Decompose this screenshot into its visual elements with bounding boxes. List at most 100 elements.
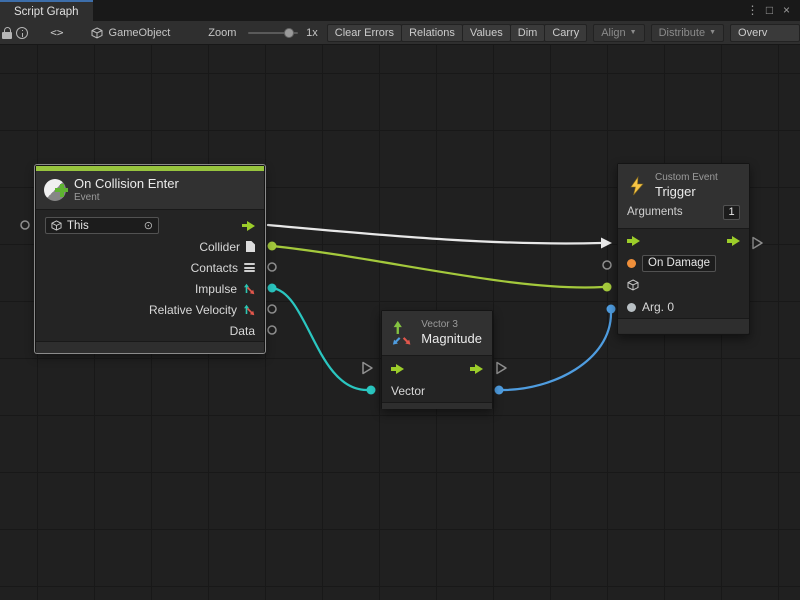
clear-errors-button[interactable]: Clear Errors <box>327 24 402 42</box>
control-row <box>382 358 492 380</box>
node-header: On Collision Enter Event <box>36 171 264 209</box>
node-category: Custom Event <box>655 172 718 184</box>
port-label: Relative Velocity <box>149 303 237 317</box>
port-row-impulse: Impulse <box>36 278 264 299</box>
values-button[interactable]: Values <box>462 24 511 42</box>
window-close-icon[interactable]: × <box>778 0 795 21</box>
gameobject-cube-icon <box>51 220 62 231</box>
control-output-arrow-icon[interactable] <box>242 221 255 231</box>
window-controls: ⋮ □ × <box>744 0 800 21</box>
port-label: Vector <box>391 384 425 398</box>
node-header: Custom Event Trigger Arguments 1 <box>618 164 749 228</box>
arguments-count-field[interactable]: 1 <box>723 205 740 220</box>
port-row-target <box>618 274 749 296</box>
window-maximize-icon[interactable]: □ <box>761 0 778 21</box>
wire-magnitude <box>503 313 611 390</box>
overview-button[interactable]: Overv <box>730 24 800 42</box>
wire-control-flow <box>268 225 601 243</box>
port-magnitude-control-output[interactable] <box>497 363 506 374</box>
port-magnitude-control-input[interactable] <box>363 363 372 374</box>
node-footer <box>618 318 749 333</box>
vector3-icon <box>390 319 413 347</box>
node-title: Magnitude <box>421 331 482 347</box>
node-header: Vector 3 Magnitude <box>382 311 492 355</box>
node-body: Vector <box>382 355 492 402</box>
target-field[interactable]: This ⊙ <box>45 217 159 234</box>
control-row <box>618 230 749 252</box>
zoom-label: Zoom <box>208 27 236 39</box>
lock-button[interactable] <box>0 21 15 45</box>
port-event-name-input[interactable] <box>603 261 611 269</box>
event-name-field[interactable]: On Damage <box>642 255 716 272</box>
graph-toolbar: <> GameObject Zoom 1x Clear Errors Relat… <box>0 21 800 45</box>
node-footer <box>36 341 264 353</box>
zoom-slider-knob[interactable] <box>284 28 294 38</box>
zoom-slider[interactable] <box>248 27 298 39</box>
node-on-collision-enter[interactable]: On Collision Enter Event This ⊙ <box>35 165 265 353</box>
port-row-contacts: Contacts <box>36 257 264 278</box>
port-label: Collider <box>199 240 240 254</box>
wire-impulse <box>272 288 367 390</box>
graph-canvas[interactable]: On Collision Enter Event This ⊙ <box>0 45 800 600</box>
port-label: Contacts <box>191 261 238 275</box>
carry-button[interactable]: Carry <box>544 24 587 42</box>
port-data-output[interactable] <box>268 326 276 334</box>
gameobject-icon <box>91 27 103 39</box>
collider-type-icon <box>246 241 255 252</box>
lock-icon <box>2 27 12 39</box>
dim-button[interactable]: Dim <box>510 24 546 42</box>
node-vector3-magnitude[interactable]: Vector 3 Magnitude Vector <box>381 310 493 409</box>
arg0-port-dot[interactable] <box>627 303 636 312</box>
distribute-dropdown[interactable]: Distribute ▼ <box>651 24 724 42</box>
port-row-arg0: Arg. 0 <box>618 296 749 318</box>
unity-visual-scripting-window: Script Graph ⋮ □ × <> GameObject Zoom <box>0 0 800 600</box>
code-icon: <> <box>50 26 63 39</box>
port-row-relative-velocity: Relative Velocity <box>36 299 264 320</box>
target-value: This <box>67 220 89 232</box>
port-row-collider: Collider <box>36 236 264 257</box>
port-label: Data <box>230 324 255 338</box>
string-literal-port-dot[interactable] <box>627 259 636 268</box>
gameobject-label: GameObject <box>109 27 171 39</box>
port-trigger-control-output[interactable] <box>753 238 762 249</box>
node-body: On Damage Arg. 0 <box>618 228 749 318</box>
port-label: Impulse <box>195 282 237 296</box>
vector3-type-icon <box>243 283 255 295</box>
node-body: This ⊙ Collider Contacts Impulse <box>36 209 264 341</box>
arg0-label: Arg. 0 <box>642 300 674 314</box>
tab-label: Script Graph <box>14 6 79 18</box>
align-label: Align <box>601 27 625 39</box>
relations-button[interactable]: Relations <box>401 24 463 42</box>
tab-script-graph[interactable]: Script Graph <box>0 0 93 21</box>
zoom-value: 1x <box>306 27 318 39</box>
port-relative-velocity-output[interactable] <box>268 305 276 313</box>
port-magnitude-output[interactable] <box>495 386 504 395</box>
port-row-event-name: On Damage <box>618 252 749 274</box>
node-footer <box>382 402 492 409</box>
distribute-label: Distribute <box>659 27 705 39</box>
port-impulse-output[interactable] <box>268 284 277 293</box>
toolbar-button-group: Clear Errors Relations Values Dim Carry <box>328 24 587 42</box>
port-row-target: This ⊙ <box>36 215 264 236</box>
wire-collider <box>272 246 603 287</box>
port-trigger-target-input[interactable] <box>603 283 612 292</box>
port-collider-output[interactable] <box>268 242 277 251</box>
port-vector-input[interactable] <box>367 386 376 395</box>
control-input-arrow-icon[interactable] <box>627 236 640 246</box>
object-picker-icon[interactable]: ⊙ <box>144 219 153 232</box>
port-arg0-input[interactable] <box>607 305 616 314</box>
control-input-arrow-icon[interactable] <box>391 364 404 374</box>
port-contacts-output[interactable] <box>268 263 276 271</box>
node-subtitle: Event <box>74 192 179 204</box>
port-event-target-input[interactable] <box>21 221 29 229</box>
gameobject-reference[interactable]: GameObject <box>91 27 171 39</box>
control-output-arrow-icon[interactable] <box>727 236 740 246</box>
control-output-arrow-icon[interactable] <box>470 364 483 374</box>
align-dropdown[interactable]: Align ▼ <box>593 24 644 42</box>
wire-control-arrowhead-icon <box>601 238 612 249</box>
graph-code-button[interactable]: <> <box>47 24 66 42</box>
node-trigger-custom-event[interactable]: Custom Event Trigger Arguments 1 <box>617 163 750 335</box>
window-menu-icon[interactable]: ⋮ <box>744 0 761 21</box>
event-name-value: On Damage <box>648 257 710 269</box>
inspect-button[interactable] <box>15 21 30 45</box>
